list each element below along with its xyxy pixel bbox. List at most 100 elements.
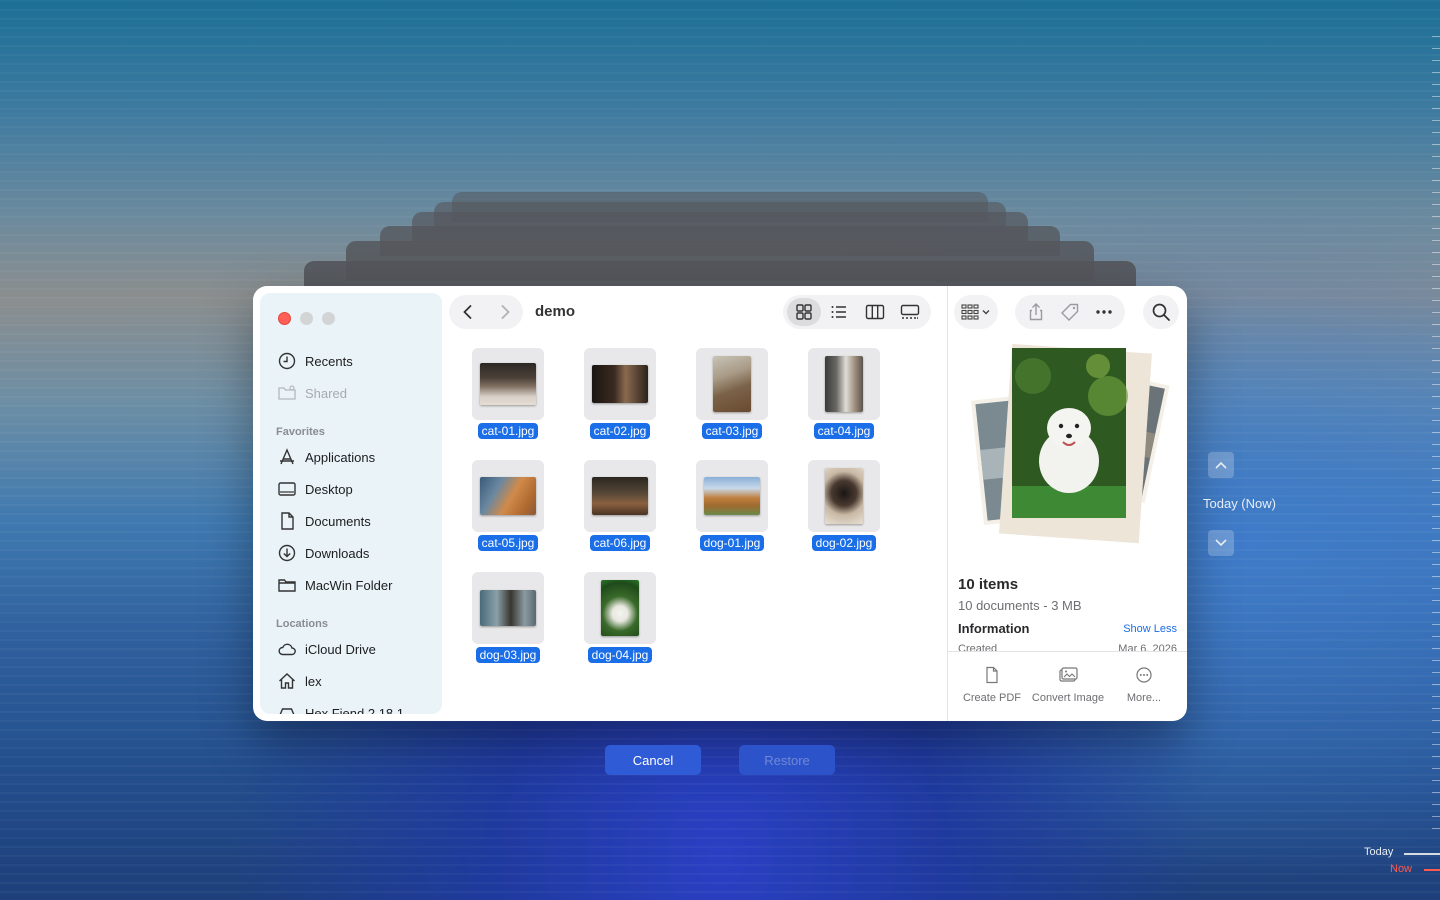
backup-timeline[interactable]	[1428, 0, 1440, 900]
file-item[interactable]: cat-03.jpg	[687, 348, 777, 440]
share-icon[interactable]	[1026, 302, 1046, 322]
timeline-tick[interactable]	[1432, 288, 1440, 289]
timeline-tick[interactable]	[1432, 504, 1440, 505]
timeline-tick[interactable]	[1432, 108, 1440, 109]
timeline-tick[interactable]	[1432, 384, 1440, 385]
timeline-tick[interactable]	[1432, 612, 1440, 613]
timeline-tick[interactable]	[1432, 36, 1440, 37]
gallery-view-button[interactable]	[894, 298, 928, 326]
forward-chevron-icon[interactable]	[498, 304, 512, 320]
timeline-tick[interactable]	[1432, 300, 1440, 301]
timeline-tick[interactable]	[1432, 156, 1440, 157]
timeline-tick[interactable]	[1432, 444, 1440, 445]
backup-down-button[interactable]	[1208, 530, 1234, 556]
timeline-tick[interactable]	[1432, 768, 1440, 769]
file-item[interactable]: cat-05.jpg	[463, 460, 553, 552]
timeline-tick[interactable]	[1432, 348, 1440, 349]
timeline-tick[interactable]	[1432, 480, 1440, 481]
timeline-tick[interactable]	[1432, 780, 1440, 781]
show-less-link[interactable]: Show Less	[1123, 623, 1177, 635]
timeline-tick[interactable]	[1432, 816, 1440, 817]
zoom-button[interactable]	[322, 312, 335, 325]
sidebar-item-documents[interactable]: Documents	[277, 510, 371, 532]
timeline-tick[interactable]	[1432, 732, 1440, 733]
timeline-tick[interactable]	[1432, 180, 1440, 181]
timeline-tick[interactable]	[1432, 624, 1440, 625]
timeline-tick[interactable]	[1432, 144, 1440, 145]
timeline-tick[interactable]	[1432, 564, 1440, 565]
timeline-tick[interactable]	[1432, 336, 1440, 337]
timeline-tick[interactable]	[1432, 492, 1440, 493]
timeline-tick[interactable]	[1432, 84, 1440, 85]
timeline-tick[interactable]	[1432, 672, 1440, 673]
convert-image-action[interactable]: Convert Image	[1030, 666, 1106, 705]
timeline-tick[interactable]	[1432, 744, 1440, 745]
timeline-tick[interactable]	[1432, 600, 1440, 601]
timeline-tick[interactable]	[1432, 420, 1440, 421]
timeline-tick[interactable]	[1432, 708, 1440, 709]
timeline-tick[interactable]	[1432, 540, 1440, 541]
cancel-button[interactable]: Cancel	[605, 745, 701, 775]
file-item[interactable]: cat-04.jpg	[799, 348, 889, 440]
timeline-tick[interactable]	[1432, 468, 1440, 469]
group-by-button[interactable]	[954, 295, 998, 329]
sidebar-item-recents[interactable]: Recents	[277, 350, 353, 372]
timeline-tick[interactable]	[1432, 684, 1440, 685]
timeline-tick[interactable]	[1432, 240, 1440, 241]
timeline-tick[interactable]	[1432, 276, 1440, 277]
tag-icon[interactable]	[1060, 302, 1080, 322]
restore-button[interactable]: Restore	[739, 745, 835, 775]
sidebar-item-applications[interactable]: Applications	[277, 446, 375, 468]
timeline-tick[interactable]	[1432, 516, 1440, 517]
timeline-tick[interactable]	[1432, 804, 1440, 805]
timeline-tick[interactable]	[1432, 720, 1440, 721]
timeline-tick[interactable]	[1432, 648, 1440, 649]
more-icon[interactable]	[1094, 302, 1114, 322]
timeline-tick[interactable]	[1432, 576, 1440, 577]
timeline-tick[interactable]	[1432, 216, 1440, 217]
timeline-tick[interactable]	[1432, 408, 1440, 409]
timeline-tick[interactable]	[1432, 228, 1440, 229]
timeline-tick[interactable]	[1432, 552, 1440, 553]
icon-view-button[interactable]	[787, 298, 821, 326]
timeline-tick[interactable]	[1432, 792, 1440, 793]
timeline-tick[interactable]	[1432, 264, 1440, 265]
sidebar-item-downloads[interactable]: Downloads	[277, 542, 369, 564]
more-actions[interactable]: More...	[1106, 666, 1182, 705]
column-view-button[interactable]	[858, 298, 892, 326]
sidebar-item-macwin-folder[interactable]: MacWin Folder	[277, 574, 392, 596]
sidebar-item-icloud-drive[interactable]: iCloud Drive	[277, 638, 376, 660]
timeline-tick[interactable]	[1432, 132, 1440, 133]
minimize-button[interactable]	[300, 312, 313, 325]
timeline-tick[interactable]	[1432, 636, 1440, 637]
file-item[interactable]: cat-02.jpg	[575, 348, 665, 440]
timeline-tick[interactable]	[1432, 432, 1440, 433]
timeline-tick[interactable]	[1432, 204, 1440, 205]
close-button[interactable]	[278, 312, 291, 325]
search-button[interactable]	[1143, 295, 1179, 329]
timeline-tick[interactable]	[1432, 828, 1440, 829]
timeline-tick[interactable]	[1432, 588, 1440, 589]
file-item[interactable]: dog-02.jpg	[799, 460, 889, 552]
timeline-tick[interactable]	[1432, 120, 1440, 121]
timeline-tick[interactable]	[1432, 528, 1440, 529]
backup-up-button[interactable]	[1208, 452, 1234, 478]
create-pdf-action[interactable]: Create PDF	[954, 666, 1030, 705]
file-item[interactable]: dog-04.jpg	[575, 572, 665, 664]
timeline-tick[interactable]	[1432, 60, 1440, 61]
sidebar-item-shared[interactable]: Shared	[277, 382, 347, 404]
timeline-tick[interactable]	[1432, 168, 1440, 169]
timeline-tick[interactable]	[1432, 252, 1440, 253]
sidebar-item-lex[interactable]: lex	[277, 670, 322, 692]
list-view-button[interactable]	[823, 298, 857, 326]
timeline-tick[interactable]	[1432, 660, 1440, 661]
sidebar-item-desktop[interactable]: Desktop	[277, 478, 353, 500]
timeline-tick[interactable]	[1432, 48, 1440, 49]
timeline-tick[interactable]	[1432, 360, 1440, 361]
file-item[interactable]: cat-01.jpg	[463, 348, 553, 440]
timeline-tick[interactable]	[1432, 372, 1440, 373]
timeline-tick[interactable]	[1432, 396, 1440, 397]
timeline-tick[interactable]	[1432, 192, 1440, 193]
timeline-tick[interactable]	[1432, 756, 1440, 757]
back-chevron-icon[interactable]	[461, 304, 475, 320]
